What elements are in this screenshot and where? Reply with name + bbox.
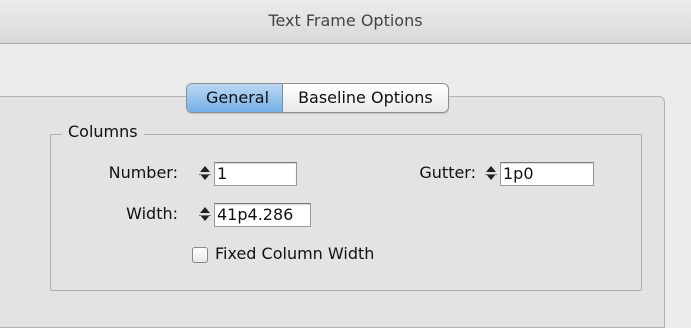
tab-bar: General Baseline Options xyxy=(186,83,449,113)
gutter-stepper[interactable] xyxy=(484,163,498,185)
gutter-input[interactable]: 1p0 xyxy=(500,162,594,186)
width-input[interactable]: 41p4.286 xyxy=(214,203,311,227)
tab-general[interactable]: General xyxy=(187,84,284,112)
stepper-up-icon[interactable] xyxy=(200,207,210,213)
number-stepper[interactable] xyxy=(198,163,212,185)
stepper-up-icon[interactable] xyxy=(486,166,496,172)
gutter-label: Gutter: xyxy=(419,163,476,182)
dialog-title: Text Frame Options xyxy=(268,11,423,30)
tab-baseline-options[interactable]: Baseline Options xyxy=(283,84,448,112)
number-label: Number: xyxy=(108,163,178,182)
number-input[interactable]: 1 xyxy=(214,162,297,186)
fixed-column-width-checkbox[interactable] xyxy=(192,247,208,263)
stepper-up-icon[interactable] xyxy=(200,166,210,172)
columns-legend: Columns xyxy=(62,122,144,141)
fixed-column-width-label[interactable]: Fixed Column Width xyxy=(215,244,374,263)
width-label: Width: xyxy=(126,204,178,223)
title-bar: Text Frame Options xyxy=(0,0,691,44)
width-stepper[interactable] xyxy=(198,204,212,226)
